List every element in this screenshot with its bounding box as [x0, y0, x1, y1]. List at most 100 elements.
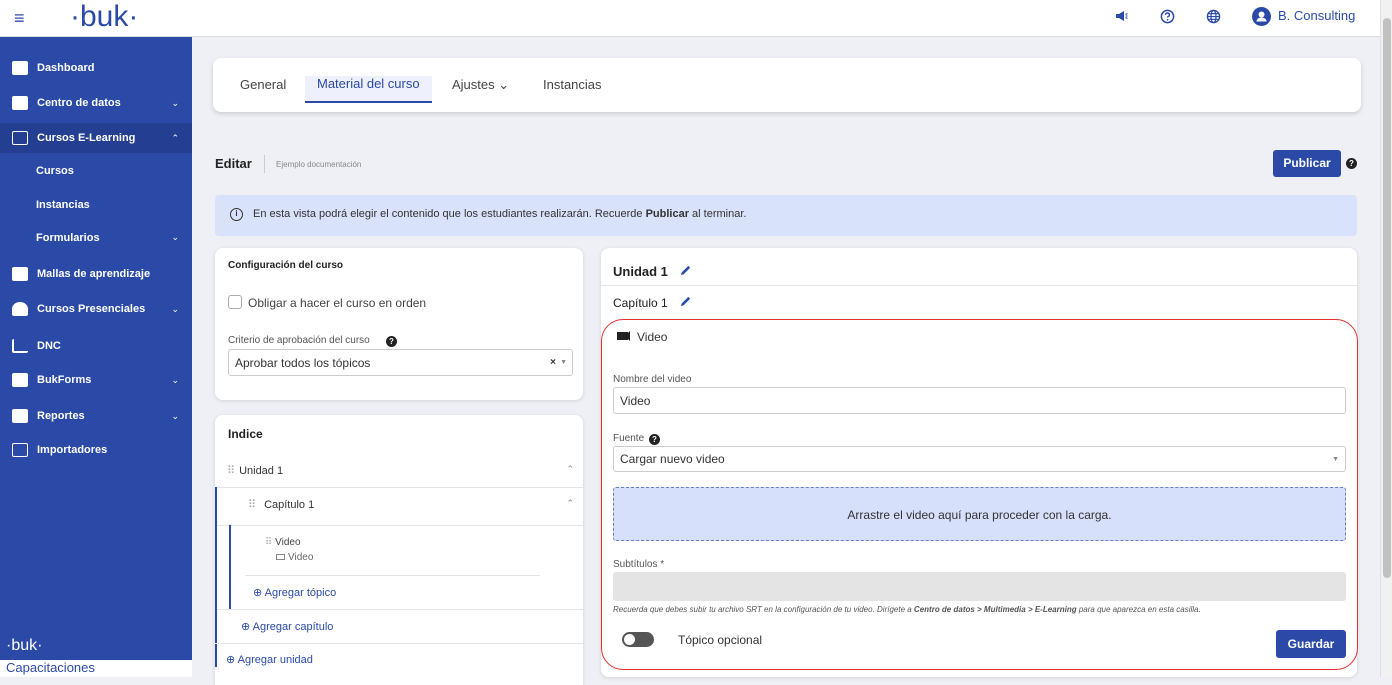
- plus-circle-icon: ⊕: [226, 654, 236, 666]
- highlight-outline: [601, 319, 1358, 670]
- help-circle-icon[interactable]: [1158, 9, 1176, 27]
- sidebar-item-label: Importadores: [37, 444, 108, 456]
- sidebar-item-cursos-presenciales[interactable]: Cursos Presenciales ⌄: [0, 294, 192, 324]
- title-divider: [264, 155, 265, 173]
- divider: [217, 609, 583, 610]
- add-topic-link[interactable]: ⊕ Agregar tópico: [253, 586, 336, 599]
- info-text-end: al terminar.: [688, 208, 747, 220]
- info-banner: i En esta vista podrá elegir el contenid…: [215, 195, 1357, 236]
- info-text: En esta vista podrá elegir el contenido …: [253, 208, 646, 220]
- add-unit-label: Agregar unidad: [237, 654, 313, 666]
- criteria-label: Criterio de aprobación del curso: [228, 335, 370, 346]
- course-name: Ejemplo documentación: [276, 160, 362, 169]
- clear-icon[interactable]: ×: [550, 357, 556, 368]
- unit-title: Unidad 1: [613, 264, 668, 279]
- chevron-down-icon: ⌄: [171, 231, 179, 242]
- sidebar-item-label: Centro de datos: [37, 97, 121, 109]
- publish-button[interactable]: Publicar: [1273, 150, 1341, 177]
- sidebar-item-bukforms[interactable]: BukForms ⌄: [0, 365, 192, 395]
- sidebar-item-centro-de-datos[interactable]: Centro de datos ⌄: [0, 88, 192, 118]
- chevron-down-icon: ⌄: [171, 374, 179, 385]
- help-icon[interactable]: ?: [1346, 158, 1357, 169]
- server-icon: [12, 96, 28, 110]
- play-icon: [12, 131, 28, 145]
- sidebar-subitem-instancias[interactable]: Instancias: [36, 199, 90, 211]
- criteria-help-icon[interactable]: ?: [386, 336, 397, 347]
- caret-down-icon: ▼: [560, 359, 567, 366]
- info-text-bold: Publicar: [645, 208, 689, 220]
- user-avatar[interactable]: [1252, 7, 1271, 26]
- tab-ajustes[interactable]: Ajustes ⌄: [452, 77, 509, 93]
- chevron-down-icon: ⌄: [171, 97, 179, 108]
- top-bar: ≡ ·buk· B. Consulting: [0, 0, 1380, 37]
- index-chapter-row[interactable]: ⠿ Capítulo 1 ⌃: [215, 498, 583, 511]
- hamburger-icon[interactable]: ≡: [14, 9, 25, 27]
- chevron-down-icon: ⌄: [171, 410, 179, 421]
- chevron-up-icon[interactable]: ⌃: [566, 464, 574, 475]
- sidebar-item-label: Reportes: [37, 410, 85, 422]
- plus-circle-icon: ⊕: [241, 621, 251, 633]
- sidebar-subitem-formularios[interactable]: Formularios: [36, 232, 100, 244]
- sidebar-item-label: Cursos E-Learning: [37, 132, 136, 144]
- sidebar-item-label: Mallas de aprendizaje: [37, 268, 151, 280]
- unit-indicator: [215, 487, 217, 667]
- chevron-down-icon: ⌄: [171, 303, 179, 314]
- criteria-select[interactable]: Aprobar todos los tópicos × ▼: [228, 349, 573, 376]
- divider: [245, 575, 540, 576]
- plus-circle-icon: ⊕: [253, 587, 263, 599]
- megaphone-icon[interactable]: [1112, 9, 1130, 27]
- page-scrollbar[interactable]: [1380, 0, 1392, 677]
- chevron-up-icon[interactable]: ⌃: [566, 498, 574, 509]
- tab-instancias[interactable]: Instancias: [543, 77, 602, 92]
- order-checkbox[interactable]: [228, 295, 242, 309]
- sidebar-item-label: DNC: [37, 340, 61, 352]
- unit-title-text: Unidad 1: [613, 264, 668, 279]
- users-icon: [12, 302, 28, 316]
- index-unit-row[interactable]: ⠿ Unidad 1 ⌃: [215, 464, 583, 477]
- report-icon: [12, 409, 28, 423]
- video-icon: [276, 554, 285, 560]
- sidebar-subitem-cursos[interactable]: Cursos: [36, 165, 74, 177]
- edit-pencil-icon[interactable]: [679, 295, 692, 313]
- index-topic-row[interactable]: ⠿ Video: [265, 537, 301, 548]
- drag-handle-icon[interactable]: ⠿: [227, 465, 235, 477]
- clipboard-icon: [12, 373, 28, 387]
- index-topic-label: Video: [275, 537, 301, 548]
- order-checkbox-label: Obligar a hacer el curso en orden: [248, 296, 427, 310]
- edit-pencil-icon[interactable]: [679, 264, 692, 282]
- page-title: Editar: [215, 156, 252, 171]
- sidebar-item-dnc[interactable]: DNC: [0, 331, 192, 361]
- footer-logo: ·buk·: [6, 637, 43, 654]
- chapter-indicator: [229, 525, 231, 609]
- app-logo[interactable]: ·buk·: [70, 0, 138, 34]
- tab-material-del-curso[interactable]: Material del curso: [305, 76, 432, 103]
- drag-handle-icon[interactable]: ⠿: [265, 537, 272, 548]
- divider: [601, 285, 1357, 286]
- chart-line-icon: [12, 339, 28, 353]
- config-title: Configuración del curso: [228, 260, 344, 271]
- sidebar-item-dashboard[interactable]: Dashboard: [0, 53, 192, 83]
- sidebar-item-mallas[interactable]: Mallas de aprendizaje: [0, 259, 192, 289]
- info-icon: i: [230, 208, 243, 221]
- index-unit-label: Unidad 1: [239, 465, 284, 477]
- course-tabs: General Material del curso Ajustes ⌄ Ins…: [213, 58, 1361, 112]
- index-topic-type-label: Video: [288, 552, 314, 563]
- globe-icon[interactable]: [1204, 9, 1222, 27]
- scrollbar-thumb[interactable]: [1383, 18, 1391, 578]
- divider: [217, 525, 583, 526]
- dashboard-icon: [12, 61, 28, 75]
- index-chapter-label: Capítulo 1: [264, 499, 315, 511]
- sidebar-item-cursos-elearning[interactable]: Cursos E-Learning ⌃: [0, 123, 192, 153]
- add-chapter-link[interactable]: ⊕ Agregar capítulo: [241, 620, 333, 633]
- divider: [215, 643, 583, 644]
- sidebar-item-importadores[interactable]: Importadores: [0, 435, 192, 465]
- upload-icon: [12, 443, 28, 457]
- chevron-up-icon: ⌃: [171, 132, 179, 143]
- add-unit-link[interactable]: ⊕ Agregar unidad: [226, 653, 313, 666]
- drag-handle-icon[interactable]: ⠿: [248, 499, 256, 511]
- user-name[interactable]: B. Consulting: [1278, 8, 1355, 23]
- tab-general[interactable]: General: [240, 77, 286, 92]
- index-topic-type: Video: [276, 552, 313, 563]
- add-chapter-label: Agregar capítulo: [252, 621, 334, 633]
- sidebar-item-reportes[interactable]: Reportes ⌄: [0, 401, 192, 431]
